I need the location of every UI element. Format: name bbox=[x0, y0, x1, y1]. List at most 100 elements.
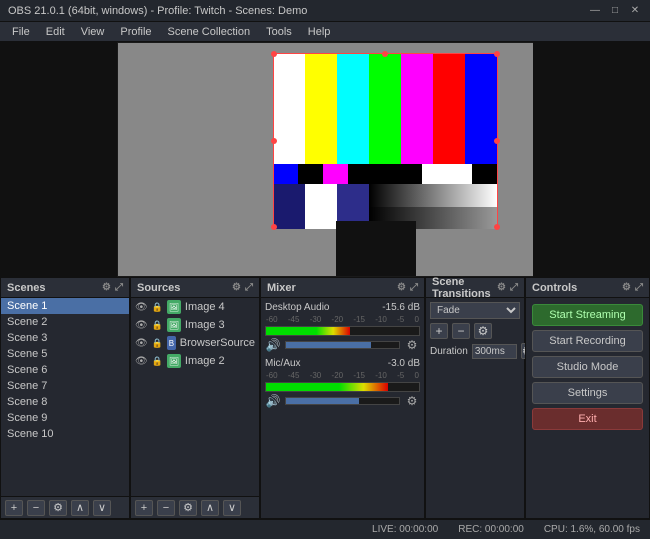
source-item[interactable]: 👁🔒🖼Image 2 bbox=[131, 352, 259, 370]
scenes-footer: + − ⚙ ∧ ∨ bbox=[1, 496, 129, 518]
controls-config-icon[interactable]: ⚙ bbox=[622, 282, 631, 293]
transitions-label: Scene Transitions bbox=[432, 276, 497, 300]
cb-red bbox=[433, 54, 465, 164]
menu-item-tools[interactable]: Tools bbox=[258, 24, 300, 40]
mixer-volume-slider[interactable] bbox=[285, 397, 400, 405]
source-item[interactable]: 👁🔒🖼Image 3 bbox=[131, 316, 259, 334]
menu-item-help[interactable]: Help bbox=[300, 24, 339, 40]
mixer-settings-button[interactable]: ⚙ bbox=[404, 338, 420, 352]
transition-add-button[interactable]: + bbox=[430, 323, 448, 339]
cb-yellow bbox=[305, 54, 337, 164]
sources-settings-button[interactable]: ⚙ bbox=[179, 500, 197, 516]
mixer-settings-button[interactable]: ⚙ bbox=[404, 394, 420, 408]
cb-white bbox=[274, 54, 306, 164]
scene-item[interactable]: Scene 6 bbox=[1, 362, 129, 378]
preview-black-right bbox=[533, 42, 650, 277]
controls-label: Controls bbox=[532, 282, 577, 294]
transition-select[interactable]: Fade Cut Swipe Slide bbox=[430, 302, 520, 319]
mixer-level-bar bbox=[266, 327, 350, 335]
start-streaming-button[interactable]: Start Streaming bbox=[532, 304, 643, 326]
menu-item-profile[interactable]: Profile bbox=[112, 24, 159, 40]
mixer-mute-button[interactable]: 🔊 bbox=[265, 394, 281, 408]
live-status: LIVE: 00:00:00 bbox=[372, 524, 438, 535]
lock-icon[interactable]: 🔒 bbox=[152, 356, 163, 367]
menu-item-file[interactable]: File bbox=[4, 24, 38, 40]
scenes-expand-icon[interactable]: ⤢ bbox=[115, 282, 123, 293]
exit-button[interactable]: Exit bbox=[532, 408, 643, 430]
corner-tc bbox=[382, 51, 388, 57]
mixer-volume-slider[interactable] bbox=[285, 341, 400, 349]
lock-icon[interactable]: 🔒 bbox=[152, 302, 163, 313]
scenes-config-icon[interactable]: ⚙ bbox=[102, 282, 111, 293]
scenes-panel: Scenes ⚙ ⤢ Scene 1Scene 2Scene 3Scene 5S… bbox=[0, 277, 130, 519]
close-button[interactable]: ✕ bbox=[628, 4, 642, 18]
menu-item-view[interactable]: View bbox=[73, 24, 113, 40]
mixer-level-bar bbox=[266, 383, 388, 391]
mixer-db-value: -3.0 dB bbox=[388, 358, 420, 369]
transition-settings-button[interactable]: ⚙ bbox=[474, 323, 492, 339]
color-bars-top bbox=[274, 54, 497, 164]
eye-icon[interactable]: 👁 bbox=[135, 338, 148, 349]
source-item[interactable]: 👁🔒🖼Image 4 bbox=[131, 298, 259, 316]
mixer-expand-icon[interactable]: ⤢ bbox=[410, 282, 418, 293]
scene-item[interactable]: Scene 3 bbox=[1, 330, 129, 346]
settings-button[interactable]: Settings bbox=[532, 382, 643, 404]
sources-up-button[interactable]: ∧ bbox=[201, 500, 219, 516]
sources-expand-icon[interactable]: ⤢ bbox=[245, 282, 253, 293]
menu-item-scene-collection[interactable]: Scene Collection bbox=[160, 24, 259, 40]
cbm-black2 bbox=[348, 164, 422, 184]
scene-item[interactable]: Scene 7 bbox=[1, 378, 129, 394]
mixer-controls-row: 🔊⚙ bbox=[265, 338, 420, 352]
transition-remove-button[interactable]: − bbox=[452, 323, 470, 339]
duration-input[interactable] bbox=[472, 344, 517, 359]
menu-item-edit[interactable]: Edit bbox=[38, 24, 73, 40]
sources-remove-button[interactable]: − bbox=[157, 500, 175, 516]
scene-item[interactable]: Scene 10 bbox=[1, 426, 129, 442]
eye-icon[interactable]: 👁 bbox=[135, 320, 148, 331]
lock-icon[interactable]: 🔒 bbox=[152, 320, 163, 331]
transitions-expand-icon[interactable]: ⤢ bbox=[510, 282, 518, 293]
mixer-ticks: -60-45-30-20-15-10-50 bbox=[265, 315, 420, 324]
scene-item[interactable]: Scene 2 bbox=[1, 314, 129, 330]
browser-source-icon: B bbox=[167, 336, 176, 350]
scenes-label: Scenes bbox=[7, 282, 46, 294]
scene-item[interactable]: Scene 1 bbox=[1, 298, 129, 314]
scenes-settings-button[interactable]: ⚙ bbox=[49, 500, 67, 516]
minimize-button[interactable]: — bbox=[588, 4, 602, 18]
transitions-config-icon[interactable]: ⚙ bbox=[497, 282, 506, 293]
scenes-add-button[interactable]: + bbox=[5, 500, 23, 516]
mixer-ticks: -60-45-30-20-15-10-50 bbox=[265, 371, 420, 380]
source-name: Image 2 bbox=[185, 355, 225, 367]
start-recording-button[interactable]: Start Recording bbox=[532, 330, 643, 352]
preview-canvas bbox=[118, 43, 533, 276]
scenes-up-button[interactable]: ∧ bbox=[71, 500, 89, 516]
sources-add-button[interactable]: + bbox=[135, 500, 153, 516]
source-name: Image 4 bbox=[185, 301, 225, 313]
eye-icon[interactable]: 👁 bbox=[135, 356, 148, 367]
source-item[interactable]: 👁🔒BBrowserSource bbox=[131, 334, 259, 352]
lock-icon[interactable]: 🔒 bbox=[152, 338, 163, 349]
mixer-controls-row: 🔊⚙ bbox=[265, 394, 420, 408]
cb-blue bbox=[465, 54, 497, 164]
duration-row: Duration ⚙ bbox=[430, 343, 520, 359]
mixer-mute-button[interactable]: 🔊 bbox=[265, 338, 281, 352]
preview-black-left bbox=[0, 42, 117, 277]
cbm-black3 bbox=[472, 164, 497, 184]
scene-item[interactable]: Scene 8 bbox=[1, 394, 129, 410]
studio-mode-button[interactable]: Studio Mode bbox=[532, 356, 643, 378]
controls-expand-icon[interactable]: ⤢ bbox=[635, 282, 643, 293]
scene-item[interactable]: Scene 5 bbox=[1, 346, 129, 362]
cbb-white2 bbox=[305, 184, 337, 229]
sources-down-button[interactable]: ∨ bbox=[223, 500, 241, 516]
sources-footer: + − ⚙ ∧ ∨ bbox=[131, 496, 259, 518]
scene-item[interactable]: Scene 9 bbox=[1, 410, 129, 426]
cpu-status: CPU: 1.6%, 60.00 fps bbox=[544, 524, 640, 535]
controls-body: Start Streaming Start Recording Studio Mod… bbox=[526, 298, 649, 518]
eye-icon[interactable]: 👁 bbox=[135, 302, 148, 313]
scenes-remove-button[interactable]: − bbox=[27, 500, 45, 516]
color-bars-mid bbox=[274, 164, 497, 184]
sources-config-icon[interactable]: ⚙ bbox=[232, 282, 241, 293]
scenes-down-button[interactable]: ∨ bbox=[93, 500, 111, 516]
mixer-config-icon[interactable]: ⚙ bbox=[397, 282, 406, 293]
maximize-button[interactable]: □ bbox=[608, 4, 622, 18]
